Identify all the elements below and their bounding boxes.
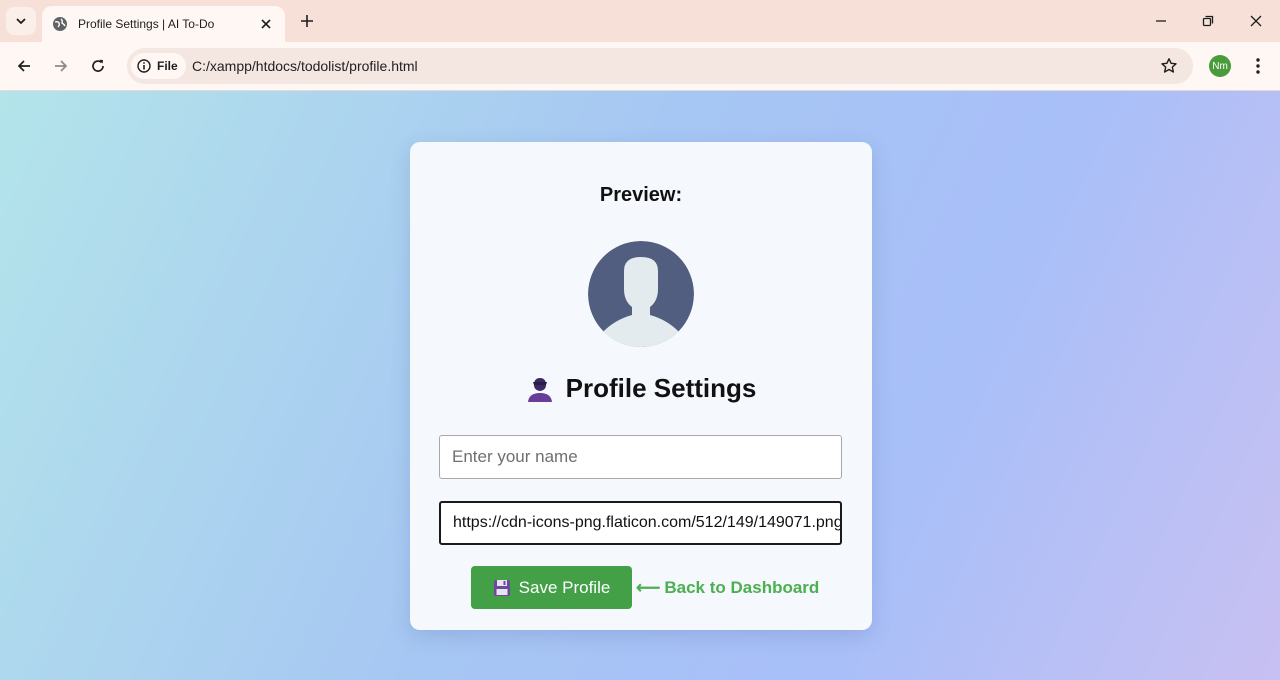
preview-label: Preview: <box>599 184 683 206</box>
forward-button[interactable] <box>47 52 75 80</box>
name-field[interactable] <box>439 435 842 479</box>
tab-close-icon[interactable] <box>257 15 275 33</box>
bookmark-star-icon[interactable] <box>1159 56 1179 76</box>
site-info-label: File <box>157 59 178 73</box>
name-input[interactable] <box>452 447 829 467</box>
address-bar[interactable]: File C:/xampp/htdocs/todolist/profile.ht… <box>127 48 1193 84</box>
restore-icon <box>1202 15 1214 27</box>
avatar-url-input[interactable]: https://cdn-icons-png.flaticon.com/512/1… <box>453 514 840 532</box>
minimize-window-button[interactable] <box>1137 0 1185 42</box>
avatar-url-field[interactable]: https://cdn-icons-png.flaticon.com/512/1… <box>439 501 842 545</box>
save-profile-button[interactable]: Save Profile <box>471 566 632 609</box>
active-tab[interactable]: Profile Settings | AI To-Do <box>42 6 285 42</box>
profile-avatar-preview <box>588 241 694 347</box>
browser-profile-avatar[interactable]: Nm <box>1209 55 1231 77</box>
url-text: C:/xampp/htdocs/todolist/profile.html <box>192 58 418 74</box>
back-to-dashboard-label: Back to Dashboard <box>664 578 820 597</box>
browser-menu-button[interactable] <box>1248 52 1268 80</box>
profile-card: Preview: Profile Settings https://cdn-ic… <box>410 142 872 630</box>
page-title: Profile Settings <box>565 373 757 403</box>
globe-icon <box>52 16 68 32</box>
user-silhouette-icon <box>588 241 694 347</box>
browser-toolbar: File C:/xampp/htdocs/todolist/profile.ht… <box>0 42 1280 91</box>
back-to-dashboard-link[interactable]: ⟵ Back to Dashboard <box>636 578 819 598</box>
tab-title: Profile Settings | AI To-Do <box>78 17 215 31</box>
floppy-disk-icon <box>493 579 510 596</box>
close-icon <box>1250 15 1262 27</box>
browser-tab-strip: Profile Settings | AI To-Do <box>0 0 1280 42</box>
settings-heading: Profile Settings <box>410 373 872 404</box>
page-viewport: Preview: Profile Settings https://cdn-ic… <box>0 91 1280 680</box>
minimize-icon <box>1156 20 1166 22</box>
restore-window-button[interactable] <box>1184 0 1232 42</box>
reload-icon <box>92 59 104 72</box>
arrow-left-icon <box>17 60 30 72</box>
tab-search-button[interactable] <box>6 7 36 35</box>
chevron-down-icon <box>16 18 26 25</box>
info-icon <box>137 59 151 73</box>
plus-icon <box>301 15 313 27</box>
reload-button[interactable] <box>84 52 112 80</box>
site-info-chip[interactable]: File <box>131 53 186 79</box>
new-tab-button[interactable] <box>296 10 318 32</box>
back-button[interactable] <box>10 52 38 80</box>
close-window-button[interactable] <box>1232 0 1280 42</box>
user-icon <box>527 377 552 402</box>
arrow-right-icon <box>55 60 68 72</box>
save-profile-label: Save Profile <box>518 577 611 597</box>
arrow-left-icon: ⟵ <box>636 578 661 597</box>
more-vert-icon <box>1256 58 1260 74</box>
